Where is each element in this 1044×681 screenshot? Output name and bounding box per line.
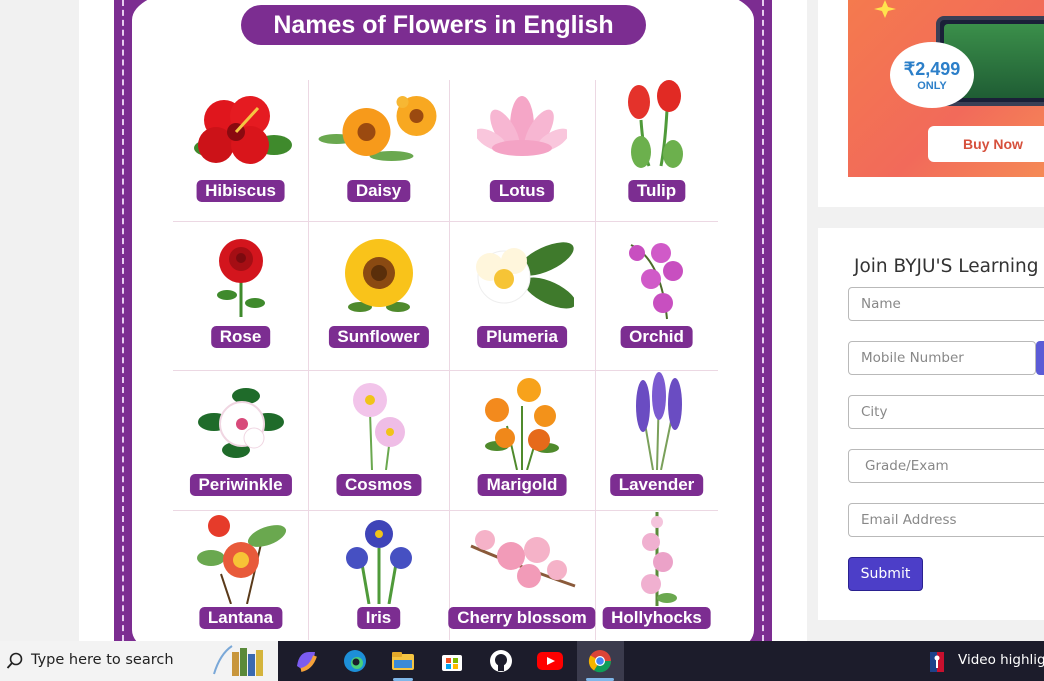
chrome-icon[interactable]: [584, 645, 616, 677]
search-highlight-books-icon: [213, 645, 263, 676]
plumeria-image: [476, 242, 574, 309]
search-placeholder: Type here to search: [31, 652, 174, 668]
flower-label: Periwinkle: [189, 474, 292, 496]
flower-label: Lavender: [609, 474, 704, 496]
copilot-icon[interactable]: [290, 645, 322, 677]
price-badge: ₹2,499 ONLY: [890, 42, 974, 108]
github-icon[interactable]: [485, 645, 517, 677]
marigold-image: [485, 378, 559, 470]
cherry-blossom-image: [470, 530, 576, 588]
flower-card-plumeria: Plumeria: [449, 221, 595, 370]
flower-label: Daisy: [346, 180, 411, 202]
flower-card-sunflower: Sunflower: [308, 221, 449, 370]
flower-label: Tulip: [627, 180, 686, 202]
flower-card-tulip: Tulip: [595, 80, 718, 221]
microsoft-store-icon[interactable]: [436, 645, 468, 677]
lotus-image: [477, 96, 567, 156]
hollyhocks-image: [640, 512, 677, 606]
flower-card-marigold: Marigold: [449, 370, 595, 510]
flower-label: Lantana: [198, 607, 283, 629]
mobile-otp-button[interactable]: [1036, 341, 1044, 375]
price-note: ONLY: [917, 79, 947, 92]
iris-image: [345, 520, 412, 604]
orchid-image: [628, 243, 683, 320]
taskbar-search-box[interactable]: Type here to search: [0, 641, 278, 681]
nba-logo-icon: [930, 652, 944, 672]
flower-label: Cosmos: [335, 474, 422, 496]
flower-label: Sunflower: [328, 326, 429, 348]
flower-card-hollyhocks: Hollyhocks: [595, 510, 718, 641]
flower-card-iris: Iris: [308, 510, 449, 641]
flower-label: Marigold: [477, 474, 567, 496]
poster-title: Names of Flowers in English: [241, 5, 646, 45]
flower-label: Plumeria: [477, 326, 567, 348]
sunflower-image: [344, 239, 413, 312]
flower-card-orchid: Orchid: [595, 221, 718, 370]
flower-label: Iris: [356, 607, 401, 629]
lavender-image: [635, 372, 682, 470]
grade-exam-select[interactable]: [848, 449, 1044, 483]
flower-card-lantana: Lantana: [173, 510, 308, 641]
buy-now-button[interactable]: Buy Now: [928, 126, 1044, 162]
cosmos-image: [352, 383, 405, 470]
rose-image: [216, 239, 265, 317]
poster-stitch-left: [122, 0, 124, 641]
flowers-poster: Names of Flowers in English Hibiscus Dai…: [114, 0, 772, 641]
price-text: ₹2,499: [903, 58, 961, 79]
poster-stitch-right: [762, 0, 764, 641]
periwinkle-image: [197, 388, 284, 458]
flower-card-lotus: Lotus: [449, 80, 595, 221]
city-input[interactable]: [848, 395, 1044, 429]
form-title: Join BYJU'S Learning: [854, 256, 1039, 277]
flower-card-lavender: Lavender: [595, 370, 718, 510]
page-left-margin: [0, 0, 79, 641]
flower-label: Hibiscus: [196, 180, 285, 202]
ad-banner[interactable]: ₹2,499 ONLY Buy Now: [848, 0, 1044, 177]
flower-card-hibiscus: Hibiscus: [173, 80, 308, 221]
submit-button[interactable]: Submit: [848, 557, 923, 591]
youtube-icon[interactable]: [534, 645, 566, 677]
mobile-number-input[interactable]: [848, 341, 1036, 375]
windows-taskbar: Type here to search Video highlig: [0, 641, 1044, 681]
flower-card-cosmos: Cosmos: [308, 370, 449, 510]
news-widget-text[interactable]: Video highlig: [958, 652, 1044, 668]
flower-label: Hollyhocks: [602, 607, 711, 629]
edge-icon[interactable]: [339, 645, 371, 677]
email-input[interactable]: [848, 503, 1044, 537]
name-input[interactable]: [848, 287, 1044, 321]
flower-card-cherry-blossom: Cherry blossom: [448, 510, 596, 641]
flower-label: Lotus: [489, 180, 555, 202]
flower-card-periwinkle: Periwinkle: [173, 370, 308, 510]
flower-card-daisy: Daisy: [308, 80, 449, 221]
search-icon: [6, 652, 23, 669]
flower-label: Cherry blossom: [448, 607, 596, 629]
lantana-image: [196, 515, 286, 604]
file-explorer-icon[interactable]: [387, 645, 419, 677]
flower-label: Rose: [210, 326, 271, 348]
daisy-image: [318, 96, 436, 161]
flower-card-rose: Rose: [173, 221, 308, 370]
tulip-image: [627, 80, 683, 168]
flower-label: Orchid: [620, 326, 693, 348]
hibiscus-image: [193, 96, 292, 164]
sparkle-icon: [874, 0, 896, 18]
